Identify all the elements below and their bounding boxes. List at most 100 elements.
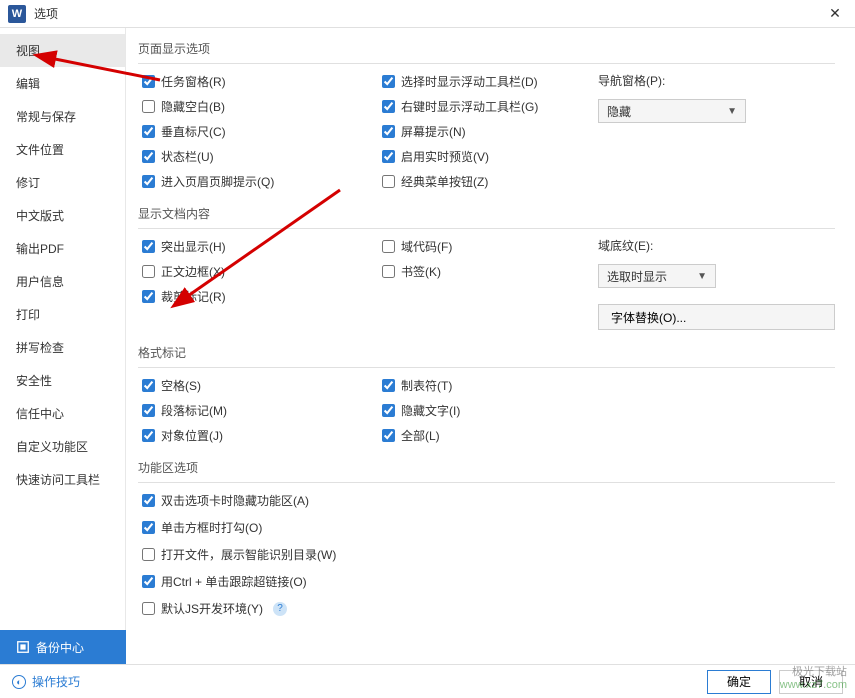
checkbox[interactable] [142,379,155,392]
checkbox-label[interactable]: 书签(K) [401,263,441,280]
section-page-display: 页面显示选项 任务窗格(R) 隐藏空白(B) 垂直标尺(C) 状态栏(U) 进入页眉页脚… [138,36,835,191]
checkbox[interactable] [142,575,155,588]
checkbox-row: 突出显示(H) [138,237,358,256]
sidebar-item-13[interactable]: 快速访问工具栏 [0,463,125,496]
checkbox-label[interactable]: 进入页眉页脚提示(Q) [161,173,274,190]
checkbox-label[interactable]: 隐藏文字(I) [401,402,460,419]
checkbox-label[interactable]: 段落标记(M) [161,402,227,419]
font-replace-button[interactable]: 字体替换(O)... [598,304,835,330]
checkbox-label[interactable]: 打开文件，展示智能识别目录(W) [161,546,336,563]
section-doc-content: 显示文档内容 突出显示(H)正文边框(X)裁剪标记(R) 域代码(F)书签(K)… [138,201,835,330]
checkbox[interactable] [142,265,155,278]
checkbox[interactable] [142,602,155,615]
checkbox-label[interactable]: 选择时显示浮动工具栏(D) [401,73,538,90]
checkbox[interactable] [382,175,395,188]
checkbox-label[interactable]: 任务窗格(R) [161,73,226,90]
checkbox[interactable] [382,404,395,417]
sidebar-item-11[interactable]: 信任中心 [0,397,125,430]
checkbox-label[interactable]: 对象位置(J) [161,427,223,444]
sidebar-item-5[interactable]: 中文版式 [0,199,125,232]
checkbox[interactable] [142,240,155,253]
checkbox[interactable] [142,100,155,113]
checkbox-row: 隐藏文字(I) [378,401,578,420]
checkbox-label[interactable]: 正文边框(X) [161,263,225,280]
checkbox[interactable] [142,75,155,88]
checkbox-row: 垂直标尺(C) [138,122,358,141]
checkbox[interactable] [142,429,155,442]
checkbox[interactable] [382,150,395,163]
checkbox[interactable] [382,125,395,138]
sidebar-item-6[interactable]: 输出PDF [0,232,125,265]
checkbox-label[interactable]: 屏幕提示(N) [401,123,466,140]
checkbox[interactable] [142,521,155,534]
checkbox[interactable] [382,379,395,392]
checkbox-row: 空格(S) [138,376,358,395]
sidebar-item-10[interactable]: 安全性 [0,364,125,397]
backup-center-button[interactable]: 备份中心 [0,630,126,664]
checkbox[interactable] [142,404,155,417]
checkbox[interactable] [382,265,395,278]
nav-pane-select[interactable]: 隐藏 ▼ [598,99,746,123]
sidebar-item-8[interactable]: 打印 [0,298,125,331]
nav-pane-label: 导航窗格(P): [598,72,835,89]
checkbox[interactable] [142,548,155,561]
checkbox-label[interactable]: 制表符(T) [401,377,452,394]
section-title: 页面显示选项 [138,36,835,64]
checkbox-label[interactable]: 默认JS开发环境(Y) [161,600,263,617]
sidebar-item-12[interactable]: 自定义功能区 [0,430,125,463]
field-shading-select[interactable]: 选取时显示 ▼ [598,264,716,288]
sidebar-item-0[interactable]: 视图 [0,34,125,67]
checkbox[interactable] [382,240,395,253]
checkbox-label[interactable]: 突出显示(H) [161,238,226,255]
tips-label: 操作技巧 [32,673,80,690]
help-icon[interactable]: ? [273,602,287,616]
checkbox-label[interactable]: 右键时显示浮动工具栏(G) [401,98,538,115]
checkbox-label[interactable]: 用Ctrl + 单击跟踪超链接(O) [161,573,307,590]
checkbox[interactable] [382,75,395,88]
window-title: 选项 [34,5,823,22]
checkbox[interactable] [142,494,155,507]
checkbox-row: 制表符(T) [378,376,578,395]
checkbox-label[interactable]: 经典菜单按钮(Z) [401,173,488,190]
checkbox-row: 屏幕提示(N) [378,122,578,141]
sidebar-item-1[interactable]: 编辑 [0,67,125,100]
checkbox-label[interactable]: 全部(L) [401,427,440,444]
checkbox-row: 用Ctrl + 单击跟踪超链接(O) [138,572,835,591]
sidebar-item-9[interactable]: 拼写检查 [0,331,125,364]
sidebar-item-3[interactable]: 文件位置 [0,133,125,166]
checkbox[interactable] [142,290,155,303]
sidebar-item-7[interactable]: 用户信息 [0,265,125,298]
checkbox[interactable] [382,429,395,442]
checkbox[interactable] [142,150,155,163]
cancel-button[interactable]: 取消 [779,670,843,694]
checkbox-row: 双击选项卡时隐藏功能区(A) [138,491,835,510]
section-title: 功能区选项 [138,455,835,483]
checkbox-label[interactable]: 单击方框时打勾(O) [161,519,262,536]
checkbox-row: 选择时显示浮动工具栏(D) [378,72,578,91]
checkbox-label[interactable]: 双击选项卡时隐藏功能区(A) [161,492,309,509]
section-ribbon-options: 功能区选项 双击选项卡时隐藏功能区(A) 单击方框时打勾(O) 打开文件，展示智能识… [138,455,835,618]
sidebar-item-2[interactable]: 常规与保存 [0,100,125,133]
lightbulb-icon: ◐ [12,675,26,689]
tips-link[interactable]: ◐ 操作技巧 [12,673,80,690]
app-icon: W [8,5,26,23]
close-icon[interactable]: ✕ [823,2,847,26]
checkbox-label[interactable]: 隐藏空白(B) [161,98,225,115]
checkbox-label[interactable]: 域代码(F) [401,238,452,255]
sidebar-item-4[interactable]: 修订 [0,166,125,199]
checkbox-label[interactable]: 裁剪标记(R) [161,288,226,305]
checkbox-row: 对象位置(J) [138,426,358,445]
ok-button[interactable]: 确定 [707,670,771,694]
checkbox-row: 默认JS开发环境(Y)? [138,599,835,618]
checkbox-label[interactable]: 启用实时预览(V) [401,148,489,165]
checkbox-label[interactable]: 垂直标尺(C) [161,123,226,140]
checkbox-label[interactable]: 空格(S) [161,377,201,394]
checkbox-row: 隐藏空白(B) [138,97,358,116]
checkbox-row: 启用实时预览(V) [378,147,578,166]
checkbox[interactable] [142,125,155,138]
backup-center-label: 备份中心 [36,639,84,656]
checkbox-row: 单击方框时打勾(O) [138,518,835,537]
checkbox[interactable] [382,100,395,113]
checkbox[interactable] [142,175,155,188]
checkbox-label[interactable]: 状态栏(U) [161,148,214,165]
